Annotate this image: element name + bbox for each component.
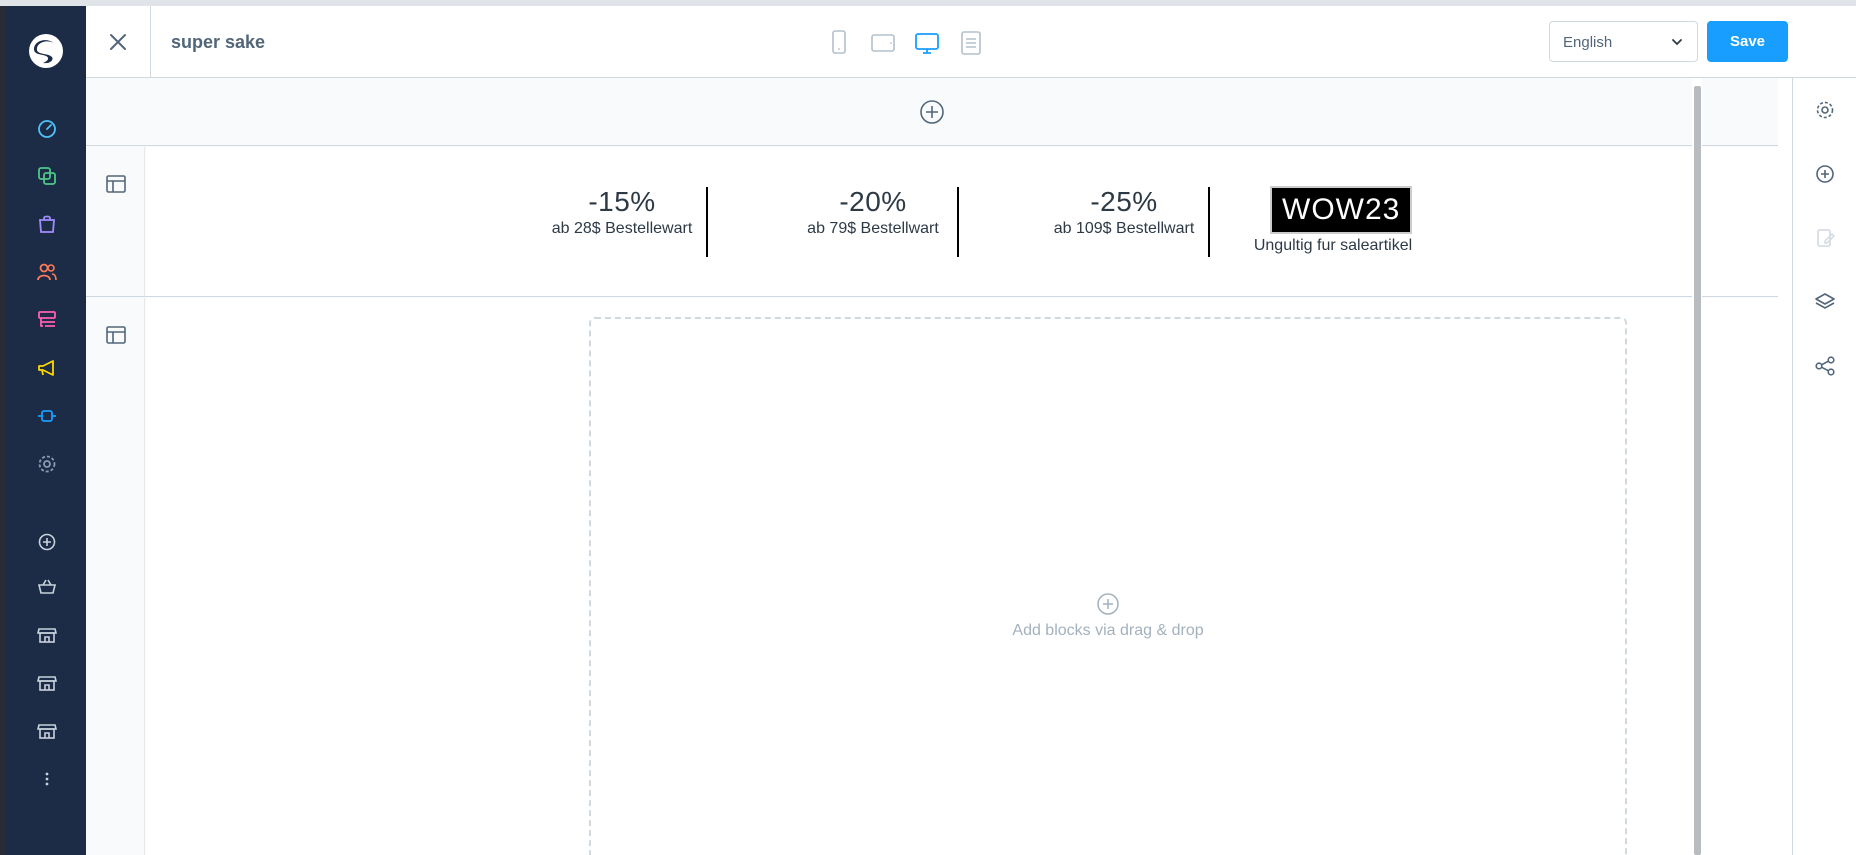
canvas-scrollbar-thumb[interactable] — [1694, 86, 1701, 855]
storefront-icon[interactable] — [36, 720, 58, 742]
customers-icon[interactable] — [36, 261, 58, 283]
coupon-code: WOW23 — [1270, 186, 1413, 234]
desktop-icon — [915, 33, 939, 54]
storefront-icon[interactable] — [36, 672, 58, 694]
promo-item: -25% ab 109$ Bestellwart — [1024, 187, 1224, 239]
storefront-icon[interactable] — [36, 624, 58, 646]
add-icon[interactable] — [36, 531, 58, 553]
admin-sidebar — [6, 6, 86, 855]
editor-topbar: super sake English Save — [86, 6, 1856, 78]
form-icon — [961, 31, 981, 55]
promo-condition: ab 109$ Bestellwart — [1053, 220, 1195, 237]
section-handle — [86, 298, 145, 855]
right-sidebar — [1792, 78, 1856, 855]
coupon-note-wrap: Ungultig fur saleartikel — [1233, 234, 1433, 256]
promo-percent: -25% — [1090, 186, 1158, 217]
divider — [957, 187, 959, 257]
settings-icon[interactable] — [1814, 99, 1836, 121]
coupon-note: Ungultig fur saleartikel — [1253, 237, 1413, 254]
layout-icon[interactable] — [105, 173, 127, 195]
settings-icon[interactable] — [36, 453, 58, 475]
promo-item: -20% ab 79$ Bestellwart — [773, 187, 973, 239]
divider — [706, 187, 708, 257]
more-icon[interactable] — [36, 768, 58, 790]
dropzone-text: Add blocks via drag & drop — [1012, 622, 1204, 639]
mobile-icon — [832, 30, 846, 54]
save-button[interactable]: Save — [1707, 21, 1788, 62]
add-section-area — [86, 78, 1778, 146]
add-section-icon[interactable] — [919, 99, 945, 125]
marketing-icon[interactable] — [36, 357, 58, 379]
dropzone-content: Add blocks via drag & drop — [591, 592, 1625, 640]
promo-percent: -20% — [839, 186, 907, 217]
basket-icon[interactable] — [36, 576, 58, 598]
chevron-down-icon — [1672, 39, 1682, 46]
close-icon — [110, 33, 126, 50]
dashboard-icon[interactable] — [36, 117, 58, 139]
promo-condition: ab 79$ Bestellwart — [807, 220, 939, 237]
language-value: English — [1563, 34, 1613, 51]
share-icon[interactable] — [1814, 355, 1836, 377]
section-handle — [86, 147, 145, 296]
block-dropzone[interactable]: Add blocks via drag & drop — [589, 317, 1627, 855]
orders-icon[interactable] — [36, 213, 58, 235]
layout-icon[interactable] — [105, 324, 127, 346]
promo-condition: ab 28$ Bestellewart — [551, 220, 693, 237]
promo-body: -15% ab 28$ Bestellewart -20% ab 79$ Bes… — [146, 147, 1778, 296]
add-block-icon[interactable] — [1814, 163, 1836, 185]
section-body: Add blocks via drag & drop — [146, 298, 1778, 855]
device-switcher — [826, 28, 984, 58]
language-select[interactable]: English — [1549, 21, 1698, 62]
extensions-icon[interactable] — [36, 405, 58, 427]
shopware-logo-icon[interactable] — [26, 31, 66, 71]
add-block-icon[interactable] — [1096, 592, 1120, 616]
layers-icon[interactable] — [1814, 291, 1836, 313]
section-promo[interactable]: -15% ab 28$ Bestellewart -20% ab 79$ Bes… — [86, 147, 1778, 297]
page-title: super sake — [171, 32, 266, 52]
desktop-view-button[interactable] — [914, 29, 940, 57]
divider — [1208, 187, 1210, 257]
content-icon[interactable] — [36, 309, 58, 331]
promo-item: -15% ab 28$ Bestellewart — [522, 187, 722, 239]
catalog-icon[interactable] — [36, 165, 58, 187]
close-button[interactable] — [86, 6, 151, 77]
edit-icon — [1817, 229, 1835, 247]
layout-canvas: -15% ab 28$ Bestellewart -20% ab 79$ Bes… — [86, 78, 1778, 855]
section-empty[interactable]: Add blocks via drag & drop — [86, 298, 1778, 855]
tablet-icon — [871, 34, 895, 52]
tablet-view-button[interactable] — [870, 29, 896, 57]
promo-percent: -15% — [588, 186, 656, 217]
form-view-button[interactable] — [958, 29, 984, 57]
mobile-view-button[interactable] — [826, 29, 852, 57]
